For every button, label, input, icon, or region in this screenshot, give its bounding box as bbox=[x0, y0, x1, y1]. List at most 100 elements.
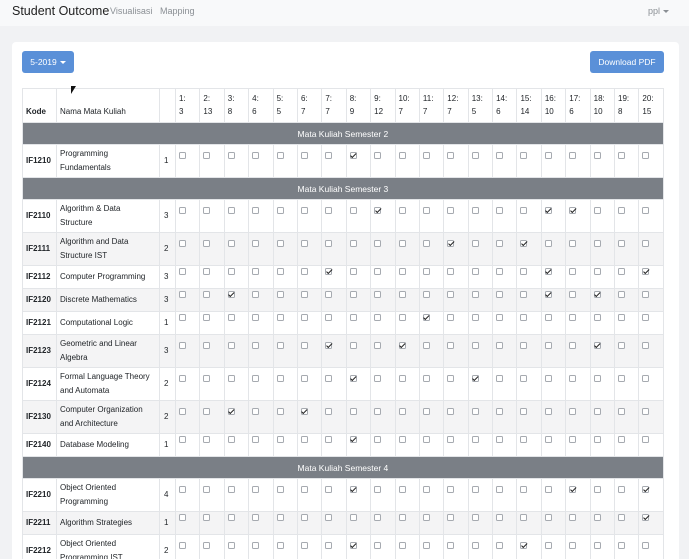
outcome-checkbox-3[interactable] bbox=[227, 436, 235, 443]
outcome-checkbox-8[interactable] bbox=[349, 486, 357, 493]
outcome-checkbox-1[interactable] bbox=[179, 314, 186, 321]
outcome-checkbox-16[interactable] bbox=[544, 375, 552, 382]
outcome-checkbox-9[interactable] bbox=[374, 240, 382, 247]
outcome-checkbox-4[interactable] bbox=[252, 152, 260, 159]
outcome-checkbox-6[interactable] bbox=[300, 342, 308, 349]
outcome-checkbox-16[interactable] bbox=[544, 342, 552, 349]
outcome-checkbox-14[interactable] bbox=[496, 436, 504, 443]
outcome-checkbox-11[interactable] bbox=[422, 514, 430, 521]
outcome-checkbox-16[interactable] bbox=[544, 486, 552, 493]
outcome-checkbox-19[interactable] bbox=[618, 408, 626, 415]
outcome-checkbox-17[interactable] bbox=[569, 408, 577, 415]
download-pdf-button[interactable]: Download PDF bbox=[590, 51, 664, 73]
outcome-checkbox-7[interactable] bbox=[325, 436, 333, 443]
outcome-checkbox-5[interactable] bbox=[276, 436, 284, 443]
outcome-checkbox-11[interactable] bbox=[422, 342, 430, 349]
outcome-checkbox-12[interactable] bbox=[447, 314, 455, 321]
outcome-checkbox-8[interactable] bbox=[349, 408, 357, 415]
outcome-checkbox-12[interactable] bbox=[447, 514, 455, 521]
outcome-checkbox-8[interactable] bbox=[349, 291, 357, 298]
outcome-checkbox-3[interactable] bbox=[227, 408, 235, 415]
user-menu[interactable]: ppl bbox=[648, 6, 669, 16]
nav-link-mapping[interactable]: Mapping bbox=[160, 6, 195, 16]
outcome-checkbox-14[interactable] bbox=[496, 408, 504, 415]
outcome-checkbox-6[interactable] bbox=[300, 514, 308, 521]
outcome-checkbox-18[interactable] bbox=[593, 314, 601, 321]
outcome-checkbox-9[interactable] bbox=[374, 514, 382, 521]
outcome-checkbox-17[interactable] bbox=[569, 542, 577, 549]
outcome-checkbox-10[interactable] bbox=[398, 240, 406, 247]
outcome-checkbox-5[interactable] bbox=[276, 240, 284, 247]
brand-title[interactable]: Student Outcome bbox=[12, 4, 109, 18]
outcome-checkbox-13[interactable] bbox=[471, 152, 479, 159]
outcome-checkbox-19[interactable] bbox=[618, 291, 626, 298]
outcome-checkbox-9[interactable] bbox=[374, 486, 382, 493]
outcome-checkbox-6[interactable] bbox=[300, 291, 308, 298]
outcome-checkbox-15[interactable] bbox=[520, 268, 528, 275]
outcome-checkbox-1[interactable] bbox=[179, 207, 186, 214]
outcome-checkbox-18[interactable] bbox=[593, 207, 601, 214]
outcome-checkbox-7[interactable] bbox=[325, 207, 333, 214]
outcome-checkbox-3[interactable] bbox=[227, 240, 235, 247]
outcome-checkbox-6[interactable] bbox=[300, 314, 308, 321]
outcome-checkbox-17[interactable] bbox=[569, 514, 577, 521]
outcome-checkbox-6[interactable] bbox=[300, 375, 308, 382]
outcome-checkbox-12[interactable] bbox=[447, 152, 455, 159]
outcome-checkbox-2[interactable] bbox=[203, 152, 211, 159]
outcome-checkbox-18[interactable] bbox=[593, 342, 601, 349]
outcome-checkbox-8[interactable] bbox=[349, 342, 357, 349]
outcome-checkbox-4[interactable] bbox=[252, 240, 260, 247]
outcome-checkbox-8[interactable] bbox=[349, 240, 357, 247]
outcome-checkbox-11[interactable] bbox=[422, 152, 430, 159]
outcome-checkbox-16[interactable] bbox=[544, 542, 552, 549]
outcome-checkbox-10[interactable] bbox=[398, 514, 406, 521]
outcome-checkbox-2[interactable] bbox=[203, 240, 211, 247]
outcome-checkbox-15[interactable] bbox=[520, 314, 528, 321]
outcome-checkbox-12[interactable] bbox=[447, 207, 455, 214]
outcome-checkbox-9[interactable] bbox=[374, 152, 382, 159]
outcome-checkbox-17[interactable] bbox=[569, 207, 577, 214]
outcome-checkbox-7[interactable] bbox=[325, 291, 333, 298]
outcome-checkbox-2[interactable] bbox=[203, 268, 211, 275]
outcome-checkbox-4[interactable] bbox=[252, 291, 260, 298]
outcome-checkbox-6[interactable] bbox=[300, 542, 308, 549]
outcome-checkbox-5[interactable] bbox=[276, 486, 284, 493]
outcome-checkbox-18[interactable] bbox=[593, 152, 601, 159]
outcome-checkbox-11[interactable] bbox=[422, 542, 430, 549]
outcome-checkbox-15[interactable] bbox=[520, 375, 528, 382]
outcome-checkbox-12[interactable] bbox=[447, 436, 455, 443]
outcome-checkbox-7[interactable] bbox=[325, 542, 333, 549]
outcome-checkbox-13[interactable] bbox=[471, 268, 479, 275]
outcome-checkbox-8[interactable] bbox=[349, 542, 357, 549]
outcome-checkbox-3[interactable] bbox=[227, 314, 235, 321]
outcome-checkbox-15[interactable] bbox=[520, 152, 528, 159]
outcome-checkbox-10[interactable] bbox=[398, 486, 406, 493]
outcome-checkbox-14[interactable] bbox=[496, 152, 504, 159]
outcome-checkbox-12[interactable] bbox=[447, 240, 455, 247]
outcome-checkbox-7[interactable] bbox=[325, 408, 333, 415]
outcome-checkbox-18[interactable] bbox=[593, 542, 601, 549]
outcome-checkbox-15[interactable] bbox=[520, 542, 528, 549]
outcome-checkbox-14[interactable] bbox=[496, 314, 504, 321]
outcome-checkbox-19[interactable] bbox=[618, 240, 626, 247]
outcome-checkbox-17[interactable] bbox=[569, 152, 577, 159]
outcome-checkbox-20[interactable] bbox=[642, 514, 650, 521]
outcome-checkbox-13[interactable] bbox=[471, 291, 479, 298]
outcome-checkbox-18[interactable] bbox=[593, 486, 601, 493]
outcome-checkbox-18[interactable] bbox=[593, 436, 601, 443]
outcome-checkbox-3[interactable] bbox=[227, 152, 235, 159]
outcome-checkbox-19[interactable] bbox=[618, 268, 626, 275]
outcome-checkbox-12[interactable] bbox=[447, 268, 455, 275]
outcome-checkbox-13[interactable] bbox=[471, 207, 479, 214]
outcome-checkbox-15[interactable] bbox=[520, 436, 528, 443]
outcome-checkbox-15[interactable] bbox=[520, 240, 528, 247]
outcome-checkbox-11[interactable] bbox=[422, 408, 430, 415]
outcome-checkbox-20[interactable] bbox=[642, 152, 650, 159]
outcome-checkbox-13[interactable] bbox=[471, 240, 479, 247]
outcome-checkbox-18[interactable] bbox=[593, 240, 601, 247]
outcome-checkbox-3[interactable] bbox=[227, 342, 235, 349]
outcome-checkbox-1[interactable] bbox=[179, 268, 186, 275]
outcome-checkbox-9[interactable] bbox=[374, 408, 382, 415]
outcome-checkbox-17[interactable] bbox=[569, 291, 577, 298]
outcome-checkbox-20[interactable] bbox=[642, 542, 650, 549]
